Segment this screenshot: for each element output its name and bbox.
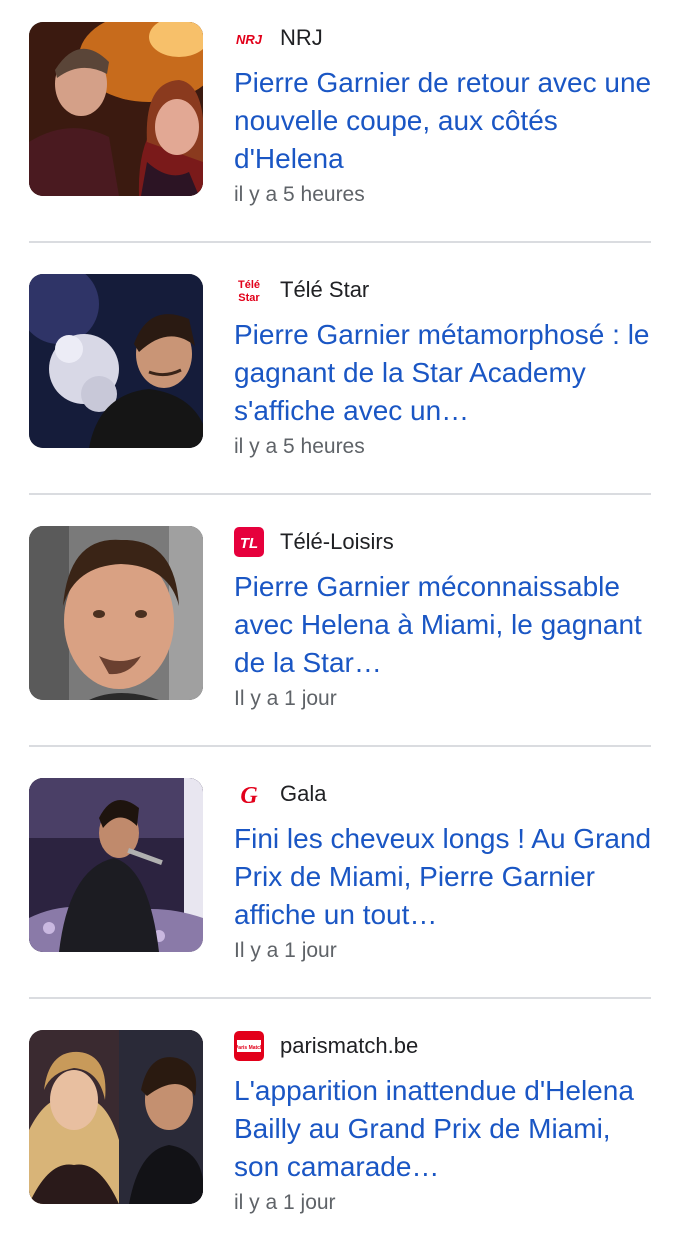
article-thumbnail[interactable] [29, 1030, 203, 1204]
divider [29, 493, 651, 495]
svg-text:Paris Match: Paris Match [235, 1045, 263, 1051]
svg-text:Télé: Télé [238, 279, 260, 291]
article-card[interactable]: Paris Match parismatch.be L'apparition i… [0, 1008, 680, 1260]
article-source[interactable]: Télé Star Télé Star [234, 275, 369, 305]
article-timestamp: il y a 1 jour [234, 1191, 336, 1214]
source-name: Télé Star [280, 277, 370, 302]
article-headline[interactable]: Pierre Garnier métamorphosé : le gagnant… [234, 316, 654, 430]
article-source[interactable]: Paris Match parismatch.be [234, 1031, 418, 1061]
article-timestamp: Il y a 1 jour [234, 939, 337, 962]
article-thumbnail-image [29, 778, 203, 952]
paris-match-logo-icon: Paris Match [234, 1031, 264, 1061]
nrj-logo-icon: NRJ [234, 23, 264, 53]
article-headline[interactable]: L'apparition inattendue d'Helena Bailly … [234, 1072, 654, 1186]
article-timestamp: il y a 5 heures [234, 435, 365, 458]
article-thumbnail-image [29, 1030, 203, 1204]
tele-loisirs-logo-icon: TL [234, 527, 264, 557]
article-timestamp: il y a 5 heures [234, 183, 365, 206]
svg-text:TL: TL [240, 535, 258, 552]
tele-star-logo-icon: Télé Star [234, 275, 264, 305]
article-thumbnail[interactable] [29, 526, 203, 700]
article-thumbnail[interactable] [29, 274, 203, 448]
svg-text:NRJ: NRJ [236, 32, 263, 47]
article-source[interactable]: G Gala [234, 779, 326, 809]
svg-text:Star: Star [238, 292, 260, 304]
article-thumbnail[interactable] [29, 22, 203, 196]
article-headline[interactable]: Fini les cheveux longs ! Au Grand Prix d… [234, 820, 654, 934]
article-thumbnail[interactable] [29, 778, 203, 952]
source-name: NRJ [280, 25, 323, 50]
article-thumbnail-image [29, 526, 203, 700]
article-card[interactable]: TL Télé-Loisirs Pierre Garnier méconnais… [0, 504, 680, 756]
divider [29, 997, 651, 999]
source-name: Gala [280, 781, 327, 806]
article-thumbnail-image [29, 274, 203, 448]
article-thumbnail-image [29, 22, 203, 196]
article-card[interactable]: NRJ NRJ Pierre Garnier de retour avec un… [0, 0, 680, 252]
divider [29, 745, 651, 747]
article-card[interactable]: Télé Star Télé Star Pierre Garnier métam… [0, 252, 680, 504]
divider [29, 241, 651, 243]
article-timestamp: Il y a 1 jour [234, 687, 337, 710]
article-card[interactable]: G Gala Fini les cheveux longs ! Au Grand… [0, 756, 680, 1008]
gala-logo-icon: G [234, 779, 264, 809]
article-source[interactable]: TL Télé-Loisirs [234, 527, 394, 557]
news-feed: NRJ NRJ Pierre Garnier de retour avec un… [0, 0, 680, 1214]
svg-text:G: G [240, 783, 258, 809]
article-headline[interactable]: Pierre Garnier méconnaissable avec Helen… [234, 568, 654, 682]
source-name: Télé-Loisirs [280, 529, 394, 554]
source-name: parismatch.be [280, 1033, 419, 1058]
article-source[interactable]: NRJ NRJ [234, 23, 323, 53]
article-headline[interactable]: Pierre Garnier de retour avec une nouvel… [234, 64, 654, 178]
